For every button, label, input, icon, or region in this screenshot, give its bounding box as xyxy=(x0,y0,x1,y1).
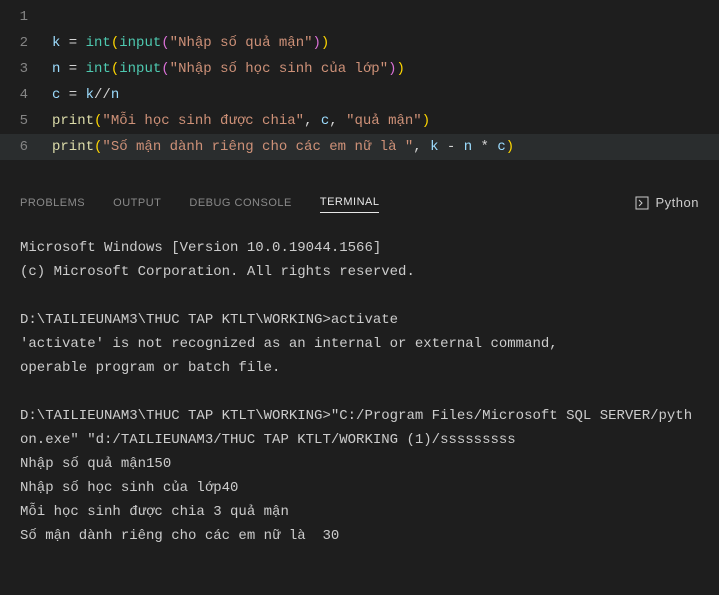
terminal-output[interactable]: Microsoft Windows [Version 10.0.19044.15… xyxy=(0,218,719,566)
terminal-line: Số mận dành riêng cho các em nữ là 30 xyxy=(20,524,699,548)
terminal-line: Microsoft Windows [Version 10.0.19044.15… xyxy=(20,236,699,260)
terminal-selector[interactable]: Python xyxy=(634,195,699,211)
terminal-line xyxy=(20,284,699,308)
tab-problems[interactable]: PROBLEMS xyxy=(20,193,85,213)
code-line[interactable]: 1 xyxy=(0,4,719,30)
terminal-line: 'activate' is not recognized as an inter… xyxy=(20,332,699,356)
terminal-line: D:\TAILIEUNAM3\THUC TAP KTLT\WORKING>act… xyxy=(20,308,699,332)
tab-output[interactable]: OUTPUT xyxy=(113,193,161,213)
terminal-line: Mỗi học sinh được chia 3 quả mận xyxy=(20,500,699,524)
terminal-line: (c) Microsoft Corporation. All rights re… xyxy=(20,260,699,284)
code-content[interactable]: c = k//n xyxy=(52,82,119,108)
line-number: 4 xyxy=(0,82,52,108)
code-line[interactable]: 5print("Mỗi học sinh được chia", c, "quả… xyxy=(0,108,719,134)
code-line[interactable]: 6print("Số mận dành riêng cho các em nữ … xyxy=(0,134,719,160)
code-editor[interactable]: 12k = int(input("Nhập số quả mận"))3n = … xyxy=(0,0,719,164)
line-number: 5 xyxy=(0,108,52,134)
code-line[interactable]: 4c = k//n xyxy=(0,82,719,108)
terminal-line: Nhập số quả mận150 xyxy=(20,452,699,476)
tab-debug-console[interactable]: DEBUG CONSOLE xyxy=(189,193,291,213)
terminal-line: Nhập số học sinh của lớp40 xyxy=(20,476,699,500)
terminal-line: D:\TAILIEUNAM3\THUC TAP KTLT\WORKING>"C:… xyxy=(20,404,699,452)
line-number: 3 xyxy=(0,56,52,82)
code-content[interactable]: n = int(input("Nhập số học sinh của lớp"… xyxy=(52,56,405,82)
code-content[interactable]: print("Mỗi học sinh được chia", c, "quả … xyxy=(52,108,430,134)
tab-terminal[interactable]: TERMINAL xyxy=(320,192,380,213)
code-line[interactable]: 3n = int(input("Nhập số học sinh của lớp… xyxy=(0,56,719,82)
code-content[interactable]: print("Số mận dành riêng cho các em nữ l… xyxy=(52,134,514,160)
line-number: 2 xyxy=(0,30,52,56)
terminal-line: operable program or batch file. xyxy=(20,356,699,380)
launch-profile-icon xyxy=(634,195,650,211)
panel-tabs: PROBLEMS OUTPUT DEBUG CONSOLE TERMINAL P… xyxy=(0,184,719,218)
line-number: 1 xyxy=(0,4,52,30)
terminal-line xyxy=(20,380,699,404)
terminal-selector-label: Python xyxy=(656,195,699,210)
code-line[interactable]: 2k = int(input("Nhập số quả mận")) xyxy=(0,30,719,56)
line-number: 6 xyxy=(0,134,52,160)
code-content[interactable]: k = int(input("Nhập số quả mận")) xyxy=(52,30,329,56)
